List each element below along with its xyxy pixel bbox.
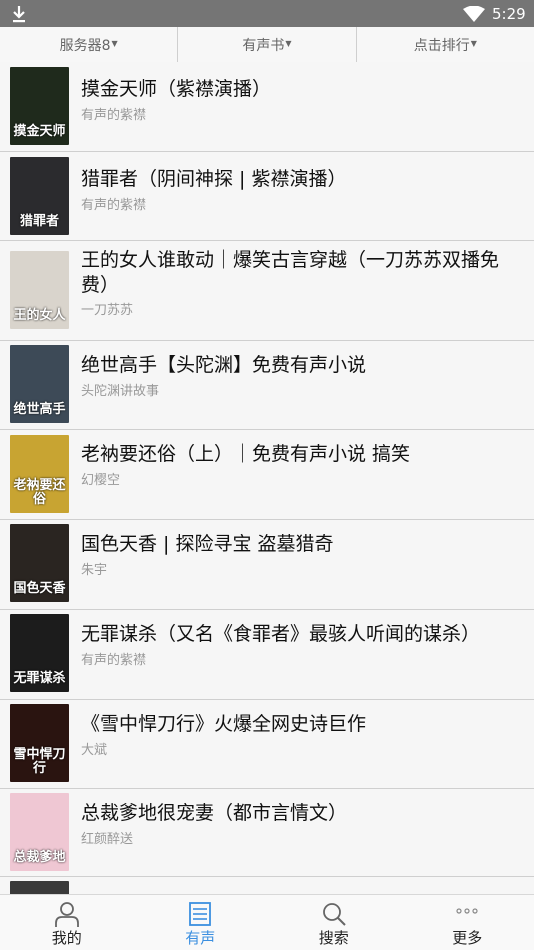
caret-down-icon: ▼ (471, 39, 477, 48)
download-icon (10, 4, 28, 24)
caret-down-icon: ▼ (285, 39, 291, 48)
book-cover: 绝世高手 (10, 345, 69, 423)
list-icon (187, 901, 213, 927)
tab-mine-label: 我的 (0, 927, 134, 948)
cover-text: 国色天香 (12, 582, 67, 596)
tab-more-label: 更多 (401, 927, 534, 948)
tab-audio[interactable]: 有声 (134, 895, 268, 950)
search-icon (321, 901, 347, 927)
book-list-item[interactable]: 国色天香 国色天香 | 探险寻宝 盗墓猎奇 朱宇 (0, 520, 534, 610)
book-cover (10, 881, 69, 894)
status-bar: 5:29 (0, 0, 534, 27)
cover-text: 王的女人 (12, 309, 67, 323)
cover-text: 雪中悍刀行 (12, 748, 67, 776)
bottom-tab-bar: 我的 有声 搜索 更多 (0, 894, 534, 950)
book-cover: 无罪谋杀 (10, 614, 69, 692)
book-author: 一刀苏苏 (81, 299, 133, 318)
category-filter-label: 有声书 (242, 35, 284, 55)
book-title: 总裁爹地很宠妻（都市言情文） (81, 801, 520, 826)
book-cover: 雪中悍刀行 (10, 704, 69, 782)
book-title: 老衲要还俗（上）｜免费有声小说 搞笑 (81, 442, 520, 467)
cover-text: 老衲要还俗 (12, 479, 67, 507)
book-list[interactable]: 摸金天师 摸金天师（紫襟演播） 有声的紫襟 猎罪者 猎罪者（阴间神探 | 紫襟演… (0, 62, 534, 894)
server-filter[interactable]: 服务器8▼ (0, 27, 178, 62)
book-title: 《雪中悍刀行》火爆全网史诗巨作 (81, 712, 520, 737)
person-icon (54, 901, 80, 927)
sort-filter-label: 点击排行 (414, 35, 470, 55)
book-title: 摸金天师（紫襟演播） (81, 77, 520, 102)
book-list-item[interactable]: 摸金天师 摸金天师（紫襟演播） 有声的紫襟 (0, 62, 534, 152)
book-author: 有声的紫襟 (81, 194, 146, 213)
book-list-item[interactable]: 王的女人 王的女人谁敢动｜爆笑古言穿越（一刀苏苏双播免费） 一刀苏苏 (0, 241, 534, 341)
tab-search-label: 搜索 (267, 927, 401, 948)
wifi-icon (463, 6, 485, 22)
category-filter[interactable]: 有声书▼ (178, 27, 356, 62)
cover-text: 总裁爹地 (12, 851, 67, 865)
book-author: 朱宇 (81, 559, 107, 578)
book-title: 猎罪者（阴间神探 | 紫襟演播） (81, 167, 520, 192)
book-list-item[interactable]: 老衲要还俗 老衲要还俗（上）｜免费有声小说 搞笑 幻樱空 (0, 430, 534, 520)
book-cover: 国色天香 (10, 524, 69, 602)
book-cover: 总裁爹地 (10, 793, 69, 871)
book-author: 幻樱空 (81, 469, 120, 488)
server-filter-label: 服务器8 (60, 35, 111, 55)
book-author: 有声的紫襟 (81, 649, 146, 668)
tab-search[interactable]: 搜索 (267, 895, 401, 950)
book-list-item[interactable]: 无罪谋杀 无罪谋杀（又名《食罪者》最骇人听闻的谋杀） 有声的紫襟 (0, 610, 534, 700)
cover-text: 绝世高手 (12, 403, 67, 417)
book-cover: 王的女人 (10, 251, 69, 329)
book-list-item[interactable]: 雪中悍刀行 《雪中悍刀行》火爆全网史诗巨作 大斌 (0, 700, 534, 789)
book-author: 大斌 (81, 739, 107, 758)
book-list-item[interactable]: 绝世高手 绝世高手【头陀渊】免费有声小说 头陀渊讲故事 (0, 341, 534, 430)
status-time: 5:29 (492, 4, 526, 24)
tab-audio-label: 有声 (134, 927, 268, 948)
tab-mine[interactable]: 我的 (0, 895, 134, 950)
book-author: 头陀渊讲故事 (81, 380, 159, 399)
book-cover: 老衲要还俗 (10, 435, 69, 513)
book-title: 绝世高手【头陀渊】免费有声小说 (81, 353, 520, 378)
cover-text: 无罪谋杀 (12, 672, 67, 686)
tab-more[interactable]: 更多 (401, 895, 534, 950)
book-list-item[interactable]: 猎罪者 猎罪者（阴间神探 | 紫襟演播） 有声的紫襟 (0, 152, 534, 241)
book-author: 有声的紫襟 (81, 104, 146, 123)
cover-text: 猎罪者 (12, 215, 67, 229)
sort-filter[interactable]: 点击排行▼ (357, 27, 534, 62)
more-icon (454, 901, 480, 927)
caret-down-icon: ▼ (112, 39, 118, 48)
filter-bar: 服务器8▼ 有声书▼ 点击排行▼ (0, 27, 534, 63)
book-title: 国色天香 | 探险寻宝 盗墓猎奇 (81, 532, 520, 557)
book-author: 红颜醉送 (81, 828, 133, 847)
book-title: 无罪谋杀（又名《食罪者》最骇人听闻的谋杀） (81, 622, 520, 647)
book-cover: 摸金天师 (10, 67, 69, 145)
cover-text: 摸金天师 (12, 125, 67, 139)
book-title: 王的女人谁敢动｜爆笑古言穿越（一刀苏苏双播免费） (81, 248, 520, 298)
book-cover: 猎罪者 (10, 157, 69, 235)
book-list-item[interactable] (0, 877, 534, 894)
book-list-item[interactable]: 总裁爹地 总裁爹地很宠妻（都市言情文） 红颜醉送 (0, 789, 534, 877)
